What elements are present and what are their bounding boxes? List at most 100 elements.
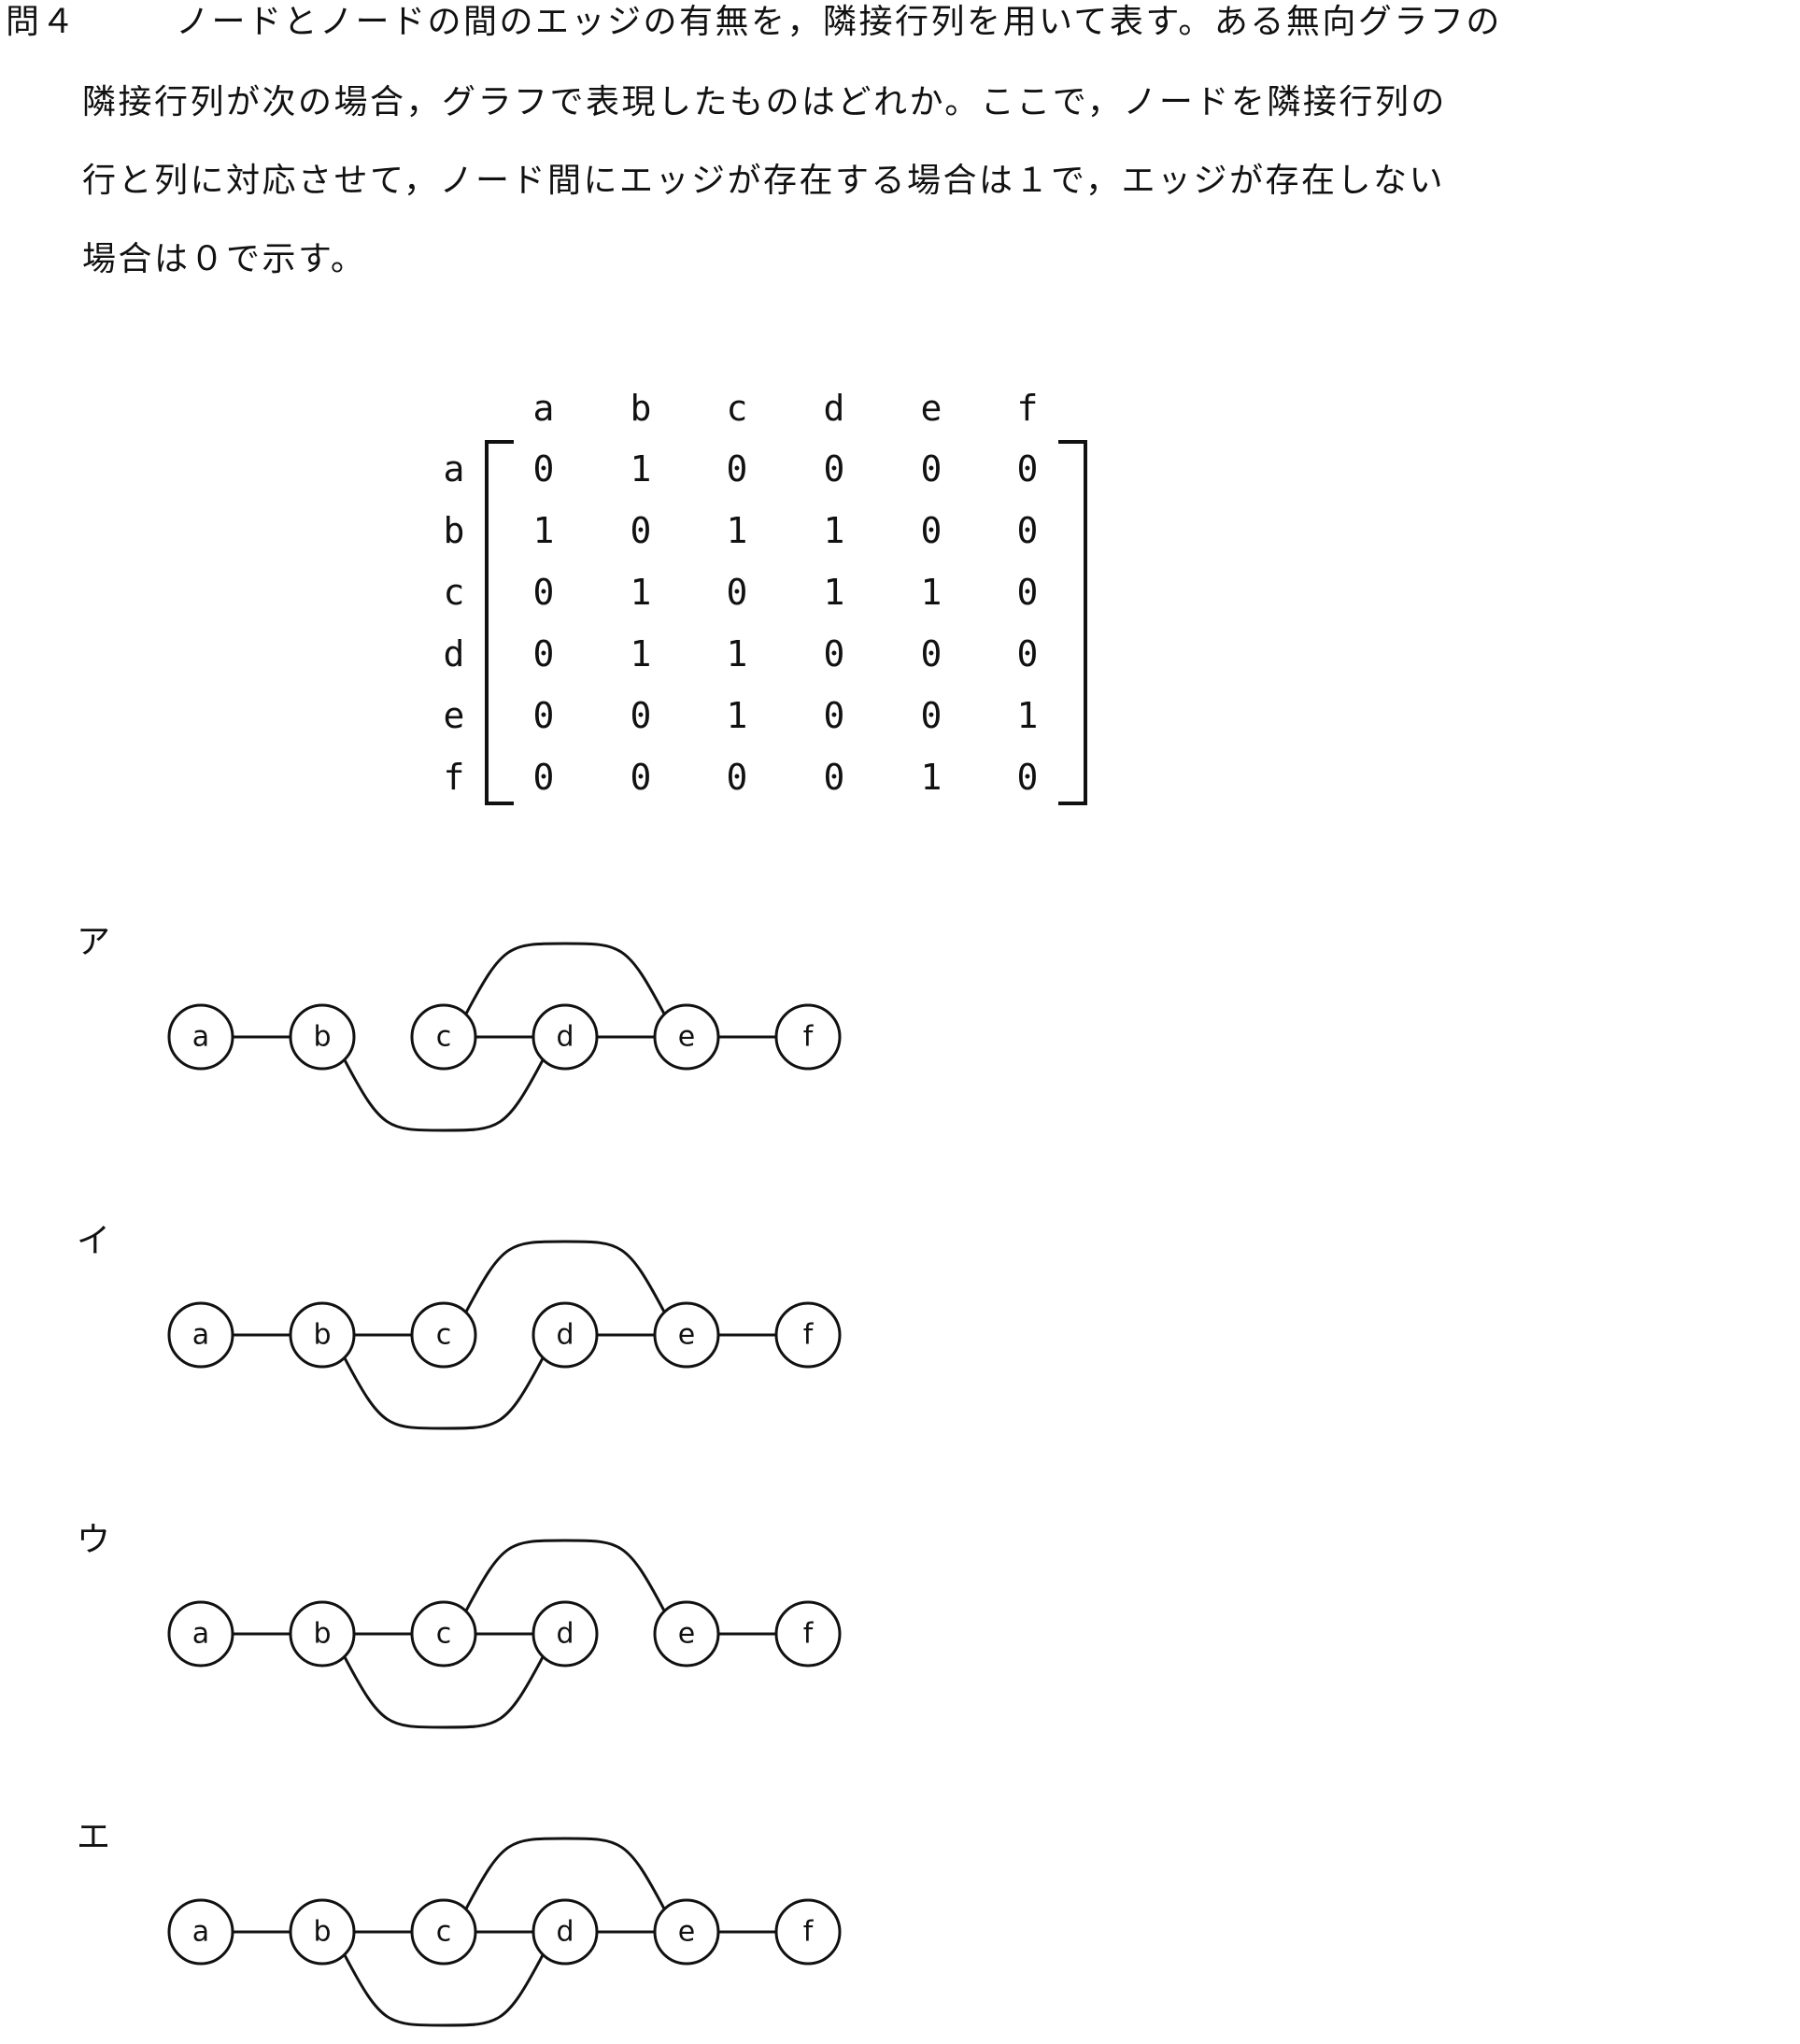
node-label: a [192,1021,209,1054]
matrix-cell: 1 [920,572,943,613]
node-label: e [678,1618,695,1651]
question-number: 問４ [6,3,78,41]
node-d: d [531,1003,599,1071]
matrix-col-label: f [1016,388,1039,429]
node-c: c [410,1600,477,1668]
matrix-cell: 0 [1016,633,1039,674]
matrix-row-label: d [443,633,465,674]
edge-c-e [464,1539,666,1612]
node-b: b [289,1898,356,1966]
node-label: d [556,1021,574,1054]
node-b: b [289,1301,356,1369]
node-label: d [556,1319,574,1352]
matrix-cell: 1 [1016,695,1039,736]
node-label: a [192,1916,209,1949]
node-label: e [678,1916,695,1949]
matrix-cell: 1 [630,633,652,674]
node-c: c [410,1898,477,1966]
node-a: a [167,1600,234,1668]
matrix-right-bracket [1058,440,1087,805]
matrix-cell: 0 [726,572,748,613]
node-label: e [678,1021,695,1054]
node-f: f [774,1898,842,1966]
node-label: a [192,1319,209,1352]
choice-label-u[interactable]: ウ [77,1520,110,1561]
choice-label-e[interactable]: エ [77,1817,110,1858]
matrix-cell: 0 [630,757,652,798]
matrix-row-label: f [443,757,465,798]
matrix-cell: 0 [726,448,748,490]
matrix-cell: 1 [630,448,652,490]
node-label: f [803,1319,815,1352]
matrix-cell: 1 [726,510,748,551]
choice-graph-e: a b c d e f [167,1837,842,2027]
matrix-cell: 0 [532,757,555,798]
matrix-cell: 0 [823,633,845,674]
node-f: f [774,1003,842,1071]
edge-b-d [343,1058,545,1132]
node-label: c [436,1319,452,1352]
matrix-row-label: b [443,510,465,551]
node-c: c [410,1301,477,1369]
matrix-cell: 0 [532,448,555,490]
node-e: e [653,1898,720,1966]
question-text-line-3: 行と列に対応させて，ノード間にエッジが存在する場合は１で，エッジが存在しない [82,162,1446,200]
matrix-col-label: d [823,388,845,429]
matrix-cell: 0 [920,695,943,736]
choice-label-i[interactable]: イ [77,1221,110,1262]
matrix-cell: 0 [920,448,943,490]
choice-graph-u: a b c d e f [167,1539,842,1729]
matrix-col-label: c [726,388,748,429]
matrix-cell: 0 [823,757,845,798]
node-label: b [313,1618,331,1651]
edge-c-e [464,942,666,1015]
matrix-cell: 1 [532,510,555,551]
choice-graph-i: a b c d e f [167,1240,842,1430]
matrix-col-label: a [532,388,555,429]
node-e: e [653,1003,720,1071]
matrix-cell: 0 [532,572,555,613]
matrix-cell: 1 [726,633,748,674]
matrix-left-bracket [485,440,514,805]
node-label: f [803,1618,815,1651]
matrix-cell: 0 [1016,448,1039,490]
edge-c-e [464,1837,666,1910]
matrix-cell: 1 [823,572,845,613]
node-label: d [556,1618,574,1651]
edge-b-d [343,1356,545,1430]
question-text-line-4: 場合は０で示す。 [82,240,367,278]
matrix-cell: 0 [630,510,652,551]
matrix-cell: 1 [630,572,652,613]
matrix-col-label: b [630,388,652,429]
node-b: b [289,1600,356,1668]
node-label: a [192,1618,209,1651]
matrix-cell: 0 [1016,757,1039,798]
matrix-cell: 0 [532,633,555,674]
node-a: a [167,1898,234,1966]
node-label: c [436,1618,452,1651]
node-label: b [313,1916,331,1949]
matrix-cell: 0 [823,695,845,736]
matrix-cell: 0 [726,757,748,798]
node-label: f [803,1916,815,1949]
matrix-cell: 0 [920,633,943,674]
matrix-row-label: c [443,572,465,613]
matrix-cell: 0 [630,695,652,736]
edge-c-e [464,1240,666,1313]
node-d: d [531,1600,599,1668]
matrix-cell: 0 [920,510,943,551]
node-e: e [653,1301,720,1369]
matrix-cell: 0 [532,695,555,736]
node-label: f [803,1021,815,1054]
matrix-row-label: e [443,695,465,736]
choice-label-a[interactable]: ア [77,922,110,963]
node-label: c [436,1021,452,1054]
node-d: d [531,1301,599,1369]
choice-graph-a: a b c d e f [167,942,842,1132]
matrix-col-label: e [920,388,943,429]
node-f: f [774,1301,842,1369]
node-label: c [436,1916,452,1949]
matrix-cell: 0 [1016,510,1039,551]
node-a: a [167,1003,234,1071]
node-label: b [313,1319,331,1352]
